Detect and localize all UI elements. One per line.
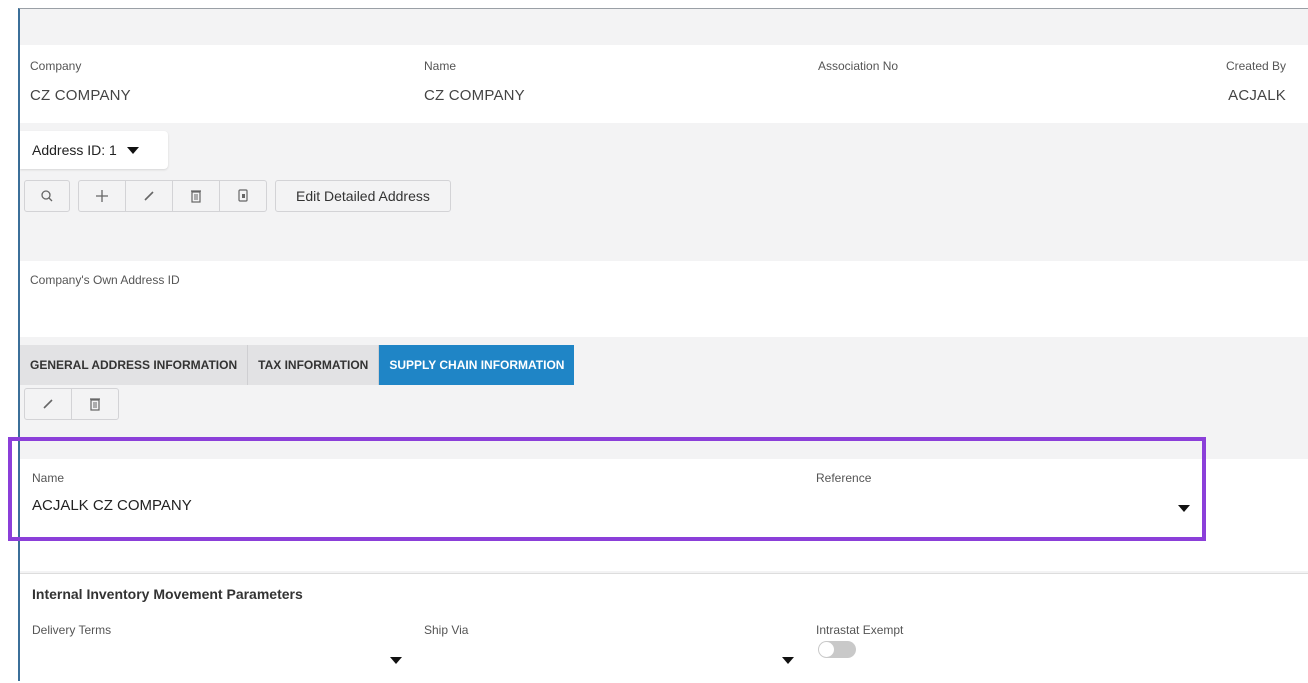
record-actions-group (78, 180, 267, 212)
plus-icon (96, 190, 108, 202)
ship-via-select[interactable] (424, 647, 794, 669)
chevron-down-icon (782, 657, 794, 664)
address-toolbar: Edit Detailed Address (24, 180, 451, 212)
search-button[interactable] (24, 180, 70, 212)
tab-tax-information[interactable]: TAX INFORMATION (248, 345, 380, 385)
chevron-down-icon (126, 146, 139, 154)
created-by-value: ACJALK (1228, 87, 1286, 104)
search-icon (25, 181, 69, 211)
delete-button[interactable] (173, 181, 220, 211)
add-button[interactable] (79, 181, 126, 211)
intrastat-label: Intrastat Exempt (816, 623, 904, 637)
supply-name-value[interactable]: ACJALK CZ COMPANY (32, 497, 192, 514)
supply-toolbar (24, 388, 119, 420)
edit-detailed-address-button[interactable]: Edit Detailed Address (275, 180, 451, 212)
supply-name-panel: Name ACJALK CZ COMPANY Reference (20, 459, 1308, 571)
company-header: Company CZ COMPANY Name CZ COMPANY Assoc… (20, 45, 1308, 123)
name-value: CZ COMPANY (424, 87, 525, 104)
trash-icon (90, 398, 100, 411)
address-tabs: GENERAL ADDRESS INFORMATION TAX INFORMAT… (20, 345, 575, 385)
company-value: CZ COMPANY (30, 87, 131, 104)
ship-via-label: Ship Via (424, 623, 469, 637)
edit-button[interactable] (126, 181, 173, 211)
internal-section-title: Internal Inventory Movement Parameters (32, 586, 303, 602)
created-by-label: Created By (1225, 59, 1286, 73)
copy-icon (238, 189, 248, 202)
own-address-label: Company's Own Address ID (30, 273, 180, 287)
form-frame: Company CZ COMPANY Name CZ COMPANY Assoc… (18, 8, 1308, 683)
intrastat-toggle[interactable] (818, 641, 856, 658)
pencil-icon (43, 399, 53, 409)
delete-button[interactable] (72, 389, 118, 419)
supply-name-label: Name (32, 471, 65, 485)
chevron-down-icon (390, 657, 402, 664)
company-label: Company (30, 59, 82, 73)
address-id-label: Address ID: 1 (32, 142, 117, 158)
delivery-terms-select[interactable] (32, 647, 402, 669)
edit-button[interactable] (25, 389, 72, 419)
tab-general-address-information[interactable]: GENERAL ADDRESS INFORMATION (20, 345, 249, 385)
internal-section-header: Internal Inventory Movement Parameters (20, 573, 1308, 613)
reference-select[interactable] (816, 495, 1196, 519)
association-label: Association No (818, 59, 899, 73)
name-label: Name (424, 59, 457, 73)
pencil-icon (144, 191, 154, 201)
chevron-down-icon (1178, 505, 1190, 512)
trash-icon (191, 190, 201, 203)
own-address-panel: Company's Own Address ID (20, 261, 1308, 337)
internal-fields-panel: Delivery Terms Ship Via Intrastat Exempt (20, 613, 1308, 683)
address-id-select[interactable]: Address ID: 1 (20, 131, 168, 169)
tab-supply-chain-information[interactable]: SUPPLY CHAIN INFORMATION (379, 345, 575, 385)
reference-label: Reference (816, 471, 872, 485)
duplicate-button[interactable] (220, 181, 266, 211)
delivery-terms-label: Delivery Terms (32, 623, 112, 637)
